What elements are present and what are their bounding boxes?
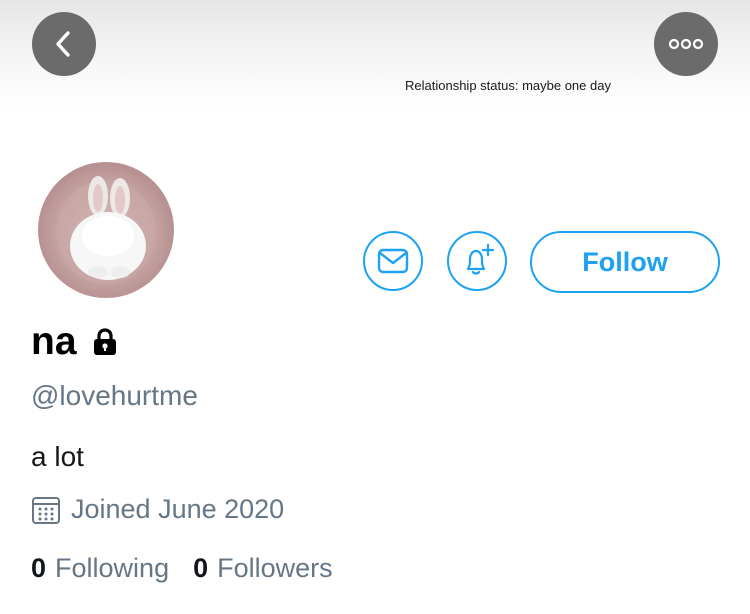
following-label: Following — [55, 553, 170, 583]
more-horizontal-icon — [668, 38, 704, 50]
banner-caption: Relationship status: maybe one day — [405, 78, 611, 93]
followers-count: 0 — [193, 553, 209, 583]
profile-avatar[interactable] — [38, 162, 174, 298]
lock-icon — [89, 326, 121, 358]
joined-date: Joined June 2020 — [71, 494, 285, 524]
joined-date-row: Joined June 2020 — [31, 494, 284, 525]
display-name-row: na — [31, 322, 121, 361]
profile-banner: Relationship status: maybe one day — [0, 0, 750, 110]
mail-icon — [377, 248, 409, 274]
notifications-button[interactable] — [447, 231, 507, 291]
followers-link[interactable]: 0 Followers — [193, 553, 333, 584]
following-count: 0 — [31, 553, 47, 583]
bell-plus-icon — [459, 243, 495, 279]
follow-button[interactable]: Follow — [530, 231, 720, 293]
follow-stats: 0 Following 0 Followers — [31, 553, 357, 584]
following-link[interactable]: 0 Following — [31, 553, 169, 584]
chevron-left-icon — [51, 29, 77, 59]
display-name: na — [31, 320, 77, 363]
bunny-photo — [56, 176, 156, 284]
more-options-button[interactable] — [654, 12, 718, 76]
message-button[interactable] — [363, 231, 423, 291]
calendar-icon — [31, 495, 61, 525]
handle: @lovehurtme — [31, 380, 198, 411]
bio: a lot — [31, 441, 84, 472]
followers-label: Followers — [217, 553, 333, 583]
back-button[interactable] — [32, 12, 96, 76]
